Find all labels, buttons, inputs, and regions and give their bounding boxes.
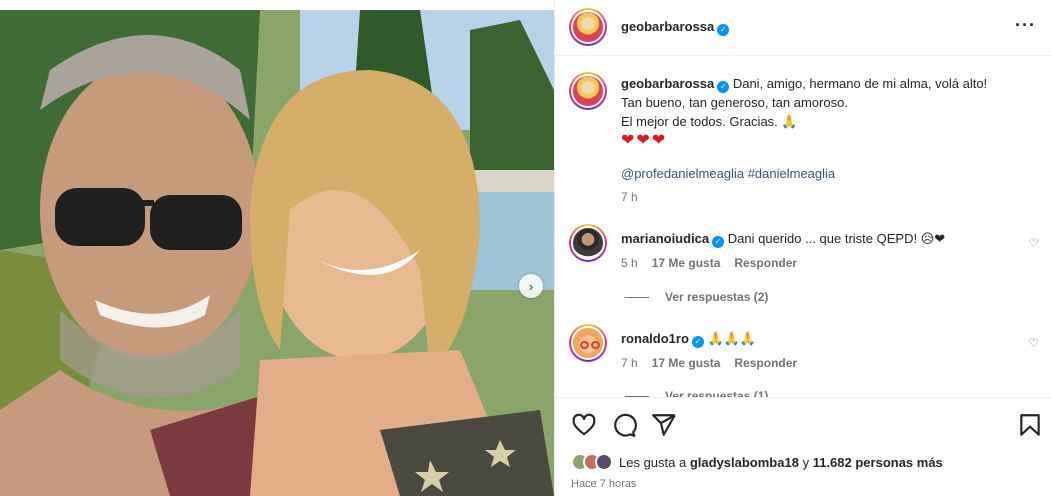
mention-link[interactable]: @profedanielmeaglia (621, 166, 744, 181)
verified-badge-icon: ✓ (712, 236, 725, 248)
caption-avatar[interactable] (569, 72, 607, 110)
verified-badge-icon: ✓ (717, 81, 730, 93)
comment: marianoiudica ✓ Dani querido ... que tris… (621, 231, 945, 248)
post-photo[interactable]: › (0, 10, 554, 496)
hearts-emoji: ❤❤❤ (621, 132, 668, 149)
comment: ronaldo1ro ✓ 🙏🙏🙏 (621, 331, 756, 348)
next-image-button[interactable]: › (519, 274, 543, 298)
post-photo-illustration (0, 10, 554, 496)
likes-text: Les gusta a gladyslabomba18 y 11.682 per… (619, 455, 943, 470)
comment-icon[interactable] (611, 412, 637, 438)
comment-text: 🙏🙏🙏 (707, 331, 757, 346)
commenter-avatar[interactable] (569, 224, 607, 262)
liker-username[interactable]: gladyslabomba18 (690, 455, 799, 470)
liker-avatar[interactable] (595, 453, 613, 471)
caption-time: 7 h (621, 190, 638, 204)
reply-button[interactable]: Responder (734, 356, 797, 370)
comment-time: 7 h (621, 356, 638, 370)
author-username[interactable]: geobarbarossa (621, 19, 714, 34)
comment-meta: 7 h 17 Me gusta Responder (621, 356, 811, 370)
comment-time: 5 h (621, 256, 638, 270)
post-panel: geobarbarossa ✓ ··· geobarbarossa ✓ Dani, … (554, 0, 1051, 496)
caption-line: Dani, amigo, hermano de mi alma, volá al… (732, 76, 988, 91)
likes-count[interactable]: 11.682 personas más (813, 455, 943, 470)
caption-line: El mejor de todos. Gracias. (621, 114, 778, 129)
post-time-ago[interactable]: Hace 7 horas (571, 478, 636, 490)
comment-meta: 5 h 17 Me gusta Responder (621, 256, 811, 270)
post-header: geobarbarossa ✓ ··· (555, 0, 1051, 56)
post-caption: geobarbarossa ✓ Dani, amigo, hermano de m… (621, 74, 1031, 151)
post-actions: Les gusta a gladyslabomba18 y 11.682 per… (555, 397, 1051, 496)
likes-prefix: Les gusta a (619, 454, 687, 470)
comment-likes[interactable]: 17 Me gusta (652, 356, 721, 370)
pray-emoji: 🙏 (781, 114, 798, 129)
view-replies-button[interactable]: Ver respuestas (2) (625, 290, 768, 304)
author-avatar[interactable] (569, 8, 607, 46)
comment-username[interactable]: marianoiudica (621, 231, 709, 246)
comment-username[interactable]: ronaldo1ro (621, 331, 689, 346)
caption-line: Tan bueno, tan generoso, tan amoroso. (621, 95, 848, 110)
author-name-row: geobarbarossa ✓ (621, 19, 730, 36)
view-replies-label: Ver respuestas (2) (665, 290, 769, 304)
reply-button[interactable]: Responder (734, 256, 797, 270)
comment-like-heart-icon[interactable]: ♡ (1028, 336, 1039, 350)
heart-icon[interactable] (571, 412, 597, 438)
comment-like-heart-icon[interactable]: ♡ (1028, 236, 1039, 250)
more-dots-icon[interactable]: ··· (1015, 16, 1036, 34)
comment-text: Dani querido ... que triste QEPD! 😥❤ (727, 231, 946, 246)
commenter-avatar[interactable] (569, 324, 607, 362)
caption-tags: @profedanielmeaglia #danielmeaglia (621, 166, 835, 181)
likes-connector: y (802, 454, 810, 470)
share-icon[interactable] (651, 412, 677, 438)
likes-summary: Les gusta a gladyslabomba18 y 11.682 per… (571, 453, 943, 471)
bookmark-icon[interactable] (1017, 412, 1043, 438)
verified-badge-icon: ✓ (691, 336, 704, 348)
caption-username[interactable]: geobarbarossa (621, 76, 714, 91)
comment-likes[interactable]: 17 Me gusta (652, 256, 721, 270)
hashtag-link[interactable]: #danielmeaglia (748, 166, 835, 181)
verified-badge-icon: ✓ (717, 24, 730, 36)
